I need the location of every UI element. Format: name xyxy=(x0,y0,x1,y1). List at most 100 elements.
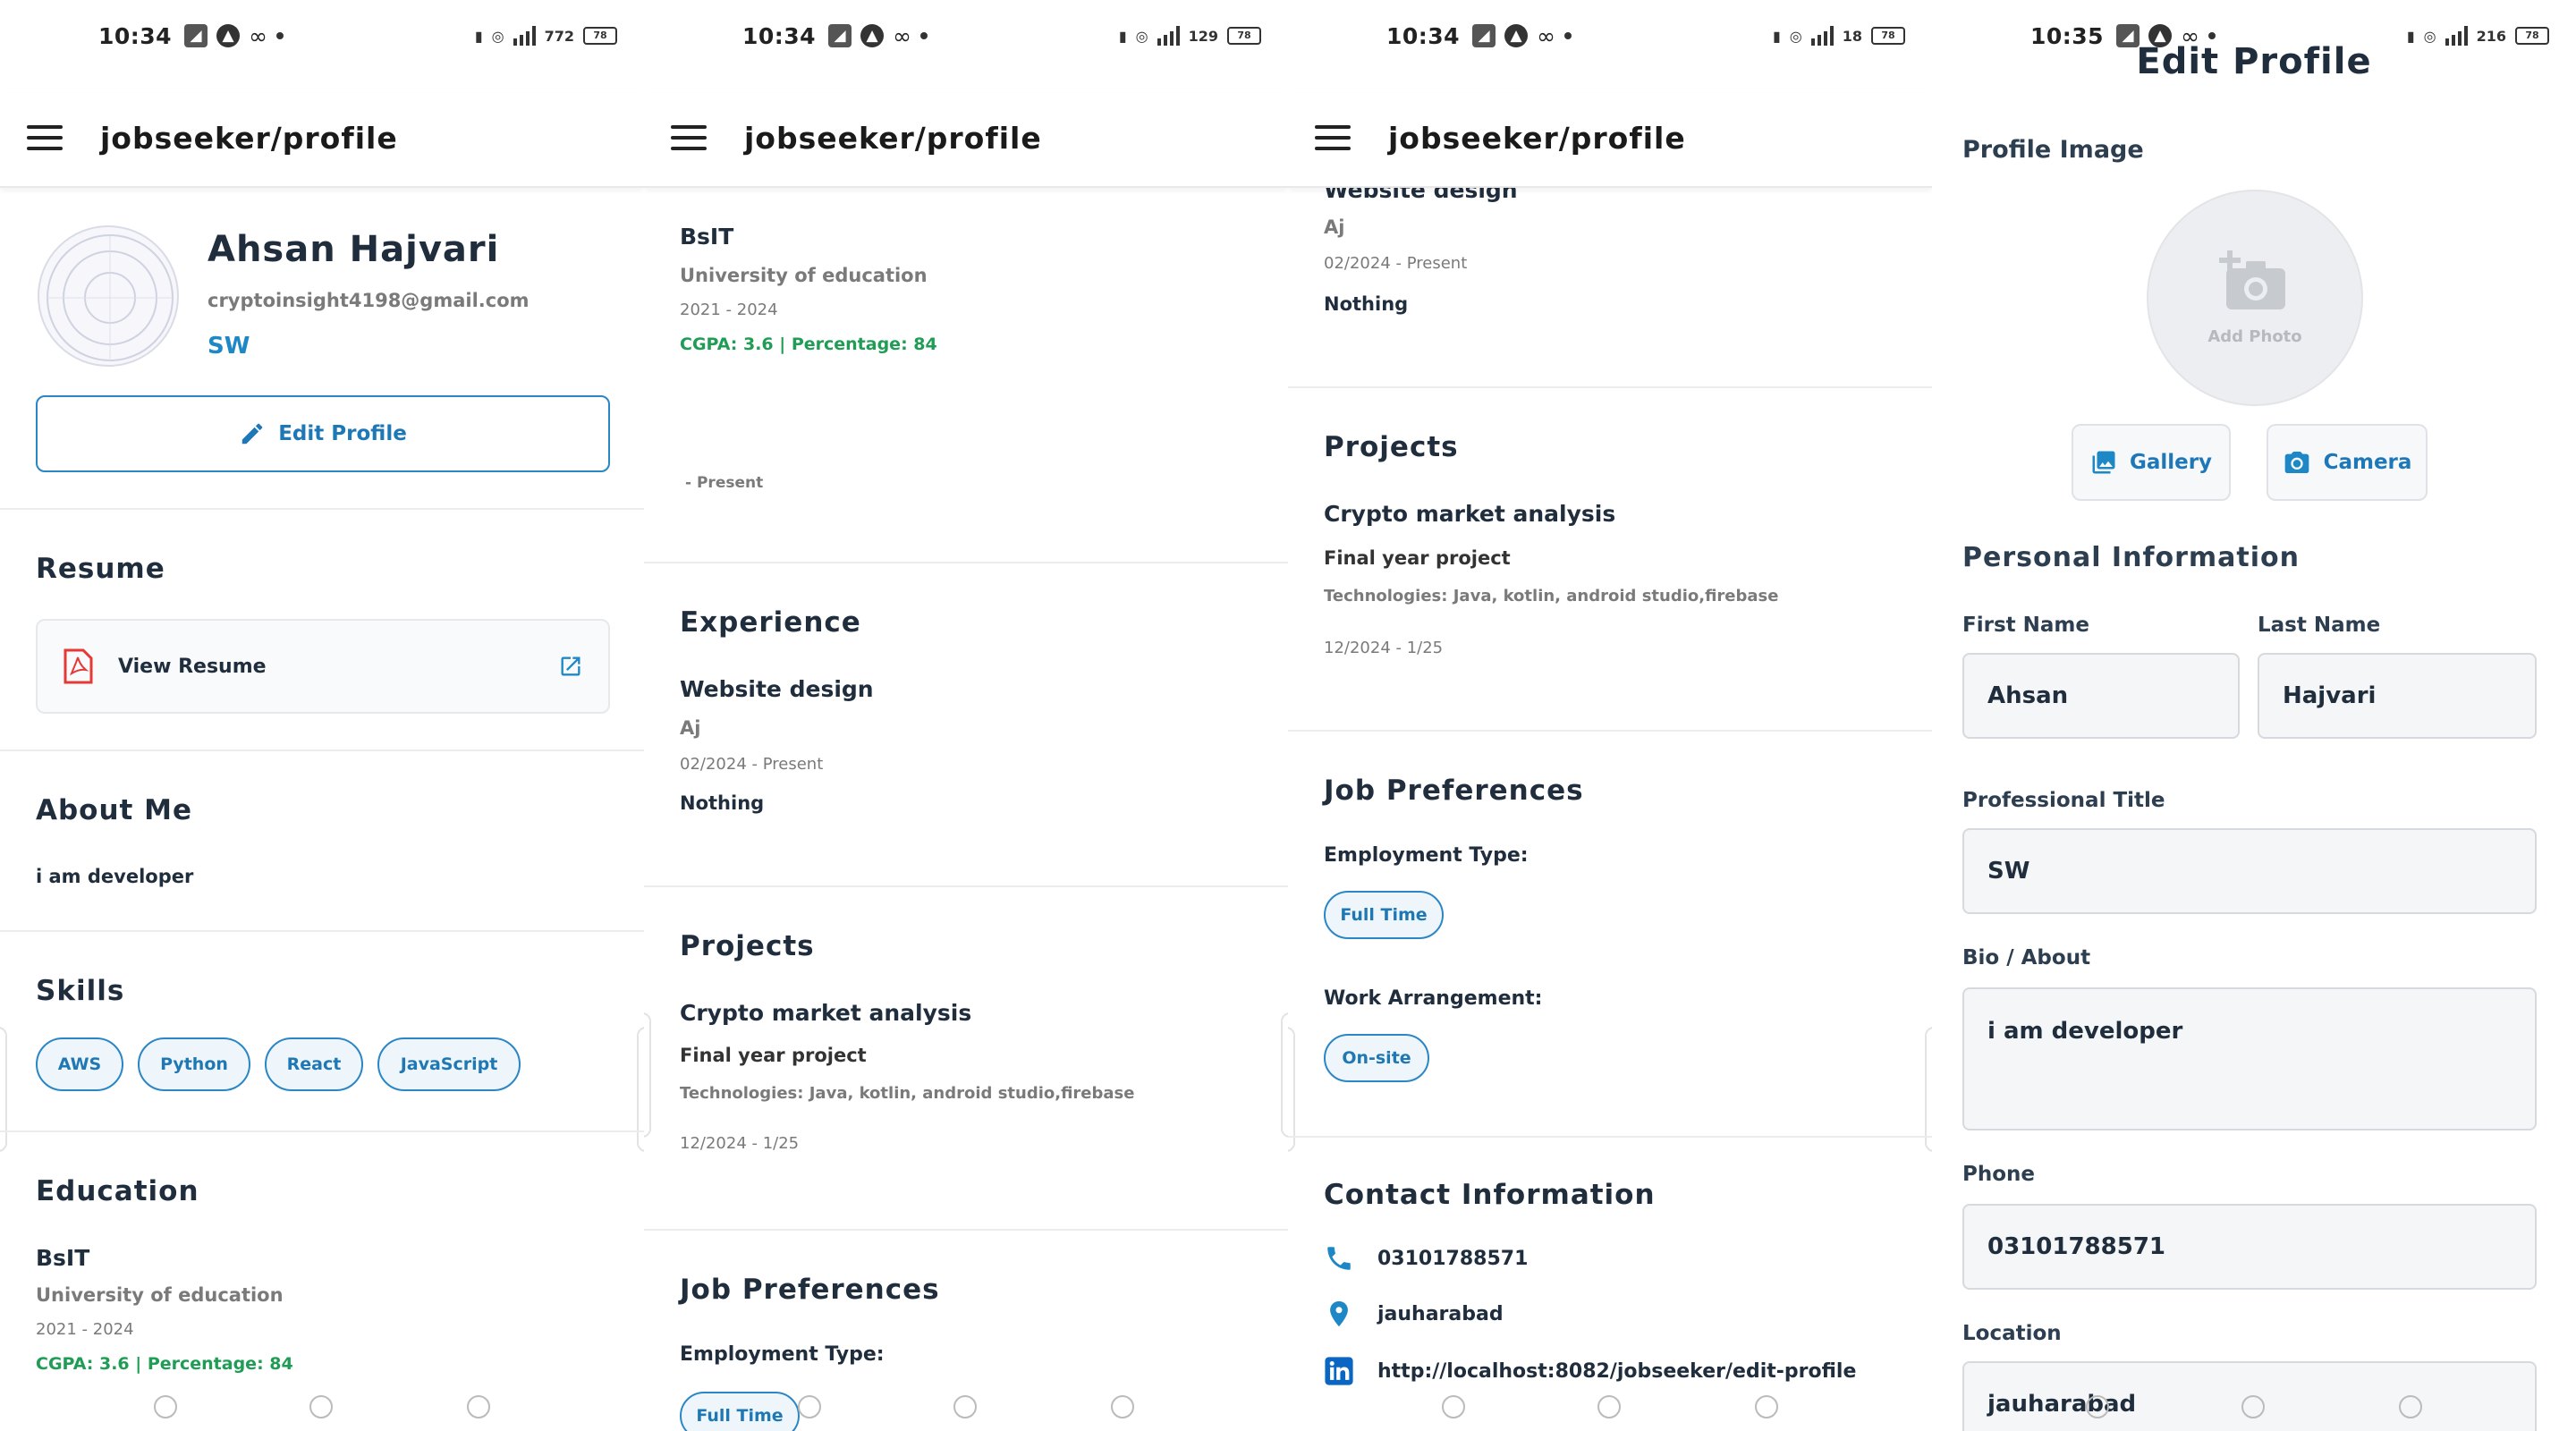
experience-company: Aj xyxy=(1324,216,1345,238)
phone-field[interactable]: 03101788571 xyxy=(1962,1204,2537,1290)
phone-icon xyxy=(1327,1247,1351,1270)
nav-gesture-icon xyxy=(2086,1395,2109,1418)
divider xyxy=(644,885,1288,887)
experience-company: Aj xyxy=(680,717,701,739)
divider xyxy=(0,508,644,510)
scroll-edge xyxy=(637,1027,644,1152)
skill-chip: Python xyxy=(138,1037,250,1091)
employment-type-label: Employment Type: xyxy=(1324,844,1529,867)
divider xyxy=(1288,730,1932,732)
notification-dot-icon xyxy=(919,32,928,39)
view-resume-row[interactable]: View Resume xyxy=(36,619,610,714)
scroll-edge xyxy=(0,1027,7,1152)
app-bar-title: jobseeker/profile xyxy=(1388,120,1686,156)
experience-dates: 02/2024 - Present xyxy=(680,755,824,774)
add-photo-label: Add Photo xyxy=(2207,326,2302,346)
menu-icon[interactable] xyxy=(671,125,707,150)
battery-icon: 78 xyxy=(1871,27,1905,45)
contact-linkedin-row[interactable]: http://localhost:8082/jobseeker/edit-pro… xyxy=(1324,1356,1856,1386)
divider xyxy=(1288,1136,1932,1138)
profile-content[interactable]: BsIT University of education 2021 - 2024… xyxy=(644,190,1288,1431)
skills-heading: Skills xyxy=(36,975,125,1007)
profile-name: Ahsan Hajvari xyxy=(208,229,500,270)
view-resume-label: View Resume xyxy=(118,655,267,678)
camera-icon xyxy=(2284,452,2309,473)
bio-field[interactable]: i am developer xyxy=(1962,987,2537,1130)
project-dates: 12/2024 - 1/25 xyxy=(1324,639,1444,657)
resume-heading: Resume xyxy=(36,553,165,585)
nav-gesture-icon xyxy=(309,1395,333,1418)
experience-desc: Nothing xyxy=(680,792,765,814)
divider xyxy=(644,1229,1288,1231)
arrow-app-icon: ▲ xyxy=(860,24,885,47)
divider xyxy=(1288,386,1932,388)
education-degree: BsIT xyxy=(680,224,734,250)
nav-gesture-icon xyxy=(1442,1395,1465,1418)
arrow-app-icon: ▲ xyxy=(216,24,241,47)
edit-profile-button[interactable]: Edit Profile xyxy=(36,395,610,472)
location-label: Location xyxy=(1962,1322,2062,1345)
scroll-edge xyxy=(644,1012,651,1138)
nav-gesture-icon xyxy=(1111,1395,1134,1418)
open-external-icon[interactable] xyxy=(558,654,583,679)
divider xyxy=(0,749,644,751)
work-arrangement-chip: On-site xyxy=(1324,1034,1429,1082)
nav-gesture-icon xyxy=(2399,1395,2422,1418)
menu-icon[interactable] xyxy=(1315,125,1351,150)
network-speed: 129 xyxy=(1188,27,1218,45)
vibrate-icon: ▮ xyxy=(1772,27,1781,45)
last-name-field[interactable]: Hajvari xyxy=(2258,653,2537,739)
hotspot-icon: ◎ xyxy=(1789,27,1802,45)
app-bar-title: jobseeker/profile xyxy=(100,120,398,156)
experience-dates: 02/2024 - Present xyxy=(1324,254,1468,273)
pdf-file-icon xyxy=(64,648,93,684)
contact-phone-row[interactable]: 03101788571 xyxy=(1324,1243,1528,1274)
signal-app-icon: ◢ xyxy=(184,24,208,47)
education-grade: CGPA: 3.6 | Percentage: 84 xyxy=(36,1354,293,1374)
contact-location: jauharabad xyxy=(1377,1302,1504,1325)
scroll-edge xyxy=(1925,1027,1932,1152)
education-school: University of education xyxy=(680,265,928,286)
camera-button[interactable]: Camera xyxy=(2267,424,2428,501)
first-name-field[interactable]: Ahsan xyxy=(1962,653,2240,739)
job-preferences-heading: Job Preferences xyxy=(1324,775,1584,807)
pencil-icon xyxy=(242,423,263,445)
gallery-label: Gallery xyxy=(2129,451,2213,474)
skill-chip: React xyxy=(265,1037,363,1091)
job-preferences-heading: Job Preferences xyxy=(680,1274,940,1306)
nav-gesture-icon xyxy=(1755,1395,1778,1418)
notification-dot-icon xyxy=(1563,32,1572,39)
status-time: 10:34 xyxy=(98,22,173,49)
gallery-button[interactable]: Gallery xyxy=(2072,424,2231,501)
signal-bars-icon xyxy=(1810,26,1834,46)
contact-location-row[interactable]: jauharabad xyxy=(1324,1299,1504,1329)
contact-heading: Contact Information xyxy=(1324,1179,1656,1211)
experience-desc: Nothing xyxy=(1324,293,1409,315)
profile-content[interactable]: Ahsan Hajvari cryptoinsight4198@gmail.co… xyxy=(0,190,644,1431)
projects-heading: Projects xyxy=(680,930,815,962)
infinity-icon: ∞ xyxy=(249,22,267,49)
status-bar: 10:34 ◢ ▲ ∞ ▮ ◎ 18 78 xyxy=(1288,0,1932,72)
contact-linkedin[interactable]: http://localhost:8082/jobseeker/edit-pro… xyxy=(1377,1360,1856,1383)
avatar xyxy=(38,225,179,367)
infinity-icon: ∞ xyxy=(1537,22,1555,49)
experience-role: Website design xyxy=(680,676,874,702)
menu-icon[interactable] xyxy=(27,125,63,150)
profile-content[interactable]: Website design Aj 02/2024 - Present Noth… xyxy=(1288,177,1932,1431)
hotspot-icon: ◎ xyxy=(1135,27,1148,45)
divider xyxy=(0,1130,644,1132)
status-bar: 10:34 ◢ ▲ ∞ ▮ ◎ 772 78 xyxy=(0,0,644,72)
project-tech: Technologies: Java, kotlin, android stud… xyxy=(1324,587,1779,605)
add-photo-button[interactable]: Add Photo xyxy=(2147,190,2363,406)
signal-bars-icon xyxy=(1157,26,1180,46)
education-school: University of education xyxy=(36,1284,284,1306)
nav-gesture-icon xyxy=(798,1395,821,1418)
education-years: 2021 - 2024 xyxy=(36,1320,134,1339)
app-bar: jobseeker/profile xyxy=(0,89,644,188)
professional-title-field[interactable]: SW xyxy=(1962,828,2537,914)
profile-email: cryptoinsight4198@gmail.com xyxy=(208,290,530,311)
screen-edit-profile: 10:35 ◢ ▲ ∞ ▮ ◎ 216 78 Edit Profile Profil… xyxy=(1932,0,2576,1431)
signal-app-icon: ◢ xyxy=(1472,24,1496,47)
signal-bars-icon xyxy=(513,26,536,46)
employment-type-chip: Full Time xyxy=(1324,891,1444,939)
